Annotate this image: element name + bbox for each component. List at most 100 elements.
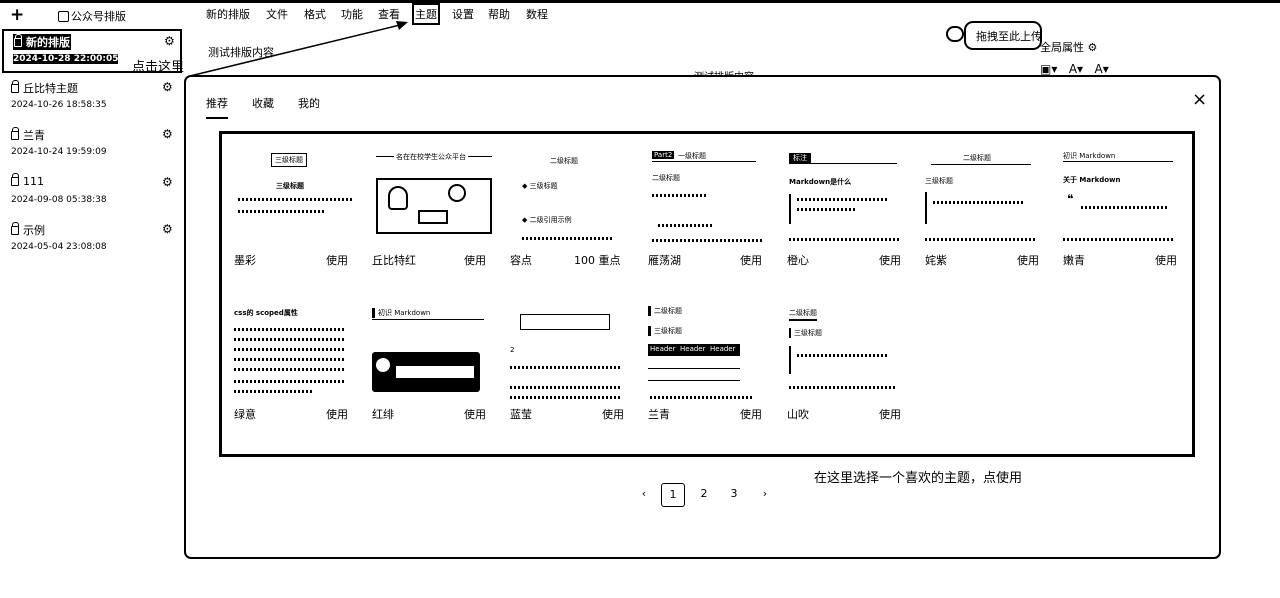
- gear-icon[interactable]: ⚙: [162, 80, 173, 94]
- use-button[interactable]: 100 重点: [574, 252, 621, 268]
- document-title-text: 新的排版: [26, 36, 70, 49]
- settings-icon: ⚙: [1087, 41, 1098, 54]
- page-button-1[interactable]: 1: [661, 483, 685, 507]
- close-icon[interactable]: ×: [1192, 89, 1207, 110]
- preview-number: 2: [510, 346, 515, 354]
- theme-preview: Part2 一级标题 二级标题: [648, 148, 772, 248]
- use-button[interactable]: 使用: [464, 252, 486, 268]
- gear-icon[interactable]: ⚙: [162, 222, 173, 236]
- use-button[interactable]: 使用: [740, 252, 762, 268]
- use-button[interactable]: 使用: [740, 406, 762, 422]
- document-title: 丘比特主题: [11, 80, 78, 96]
- preview-text-line: [234, 380, 346, 383]
- theme-preview: 二级标题 三级标题: [787, 302, 911, 402]
- theme-preview: 名在在校学生公众平台: [372, 148, 496, 248]
- preview-subheading: 三级标题: [648, 326, 682, 336]
- preview-heading: 二级标题: [550, 157, 578, 165]
- preview-badge: 标注: [789, 153, 811, 163]
- theme-name: 嫩青: [1063, 254, 1085, 267]
- theme-dialog: 推荐 收藏 我的 × 三级标题 三级标题 墨彩 使用 名在在校学生公众平台 丘比…: [184, 75, 1221, 559]
- preview-text-line: [234, 368, 346, 371]
- global-properties[interactable]: 全局属性 ⚙: [1040, 39, 1097, 55]
- gear-icon[interactable]: ⚙: [164, 34, 175, 48]
- theme-preview: 二级标题 ◆ 三级标题 ◆ 二级引用示例: [510, 148, 634, 248]
- font-color-icon[interactable]: A▾: [1069, 62, 1083, 76]
- document-date: 2024-10-24 19:59:09: [11, 147, 107, 157]
- theme-card[interactable]: 二级标题 三级标题 姹紫 使用: [925, 148, 1049, 278]
- gear-icon[interactable]: ⚙: [162, 175, 173, 189]
- preview-bullet: ◆ 三级标题: [522, 182, 558, 190]
- theme-card[interactable]: 2 蓝莹 使用: [510, 302, 634, 432]
- theme-name: 红绯: [372, 408, 394, 421]
- preview-text-line: [650, 396, 754, 399]
- document-item[interactable]: 111 2024-09-08 05:38:38 ⚙: [2, 172, 182, 216]
- use-button[interactable]: 使用: [879, 252, 901, 268]
- upload-tooltip: 拖拽至此上传: [964, 21, 1042, 50]
- document-item[interactable]: 示例 2024-05-04 23:08:08 ⚙: [2, 219, 182, 263]
- preview-heading: 初识 Markdown: [372, 308, 430, 318]
- preview-text-line: [1081, 206, 1169, 209]
- document-title-text: 丘比特主题: [23, 82, 78, 95]
- preview-subheading: 三级标题: [925, 177, 953, 185]
- use-button[interactable]: 使用: [1155, 252, 1177, 268]
- tab-mine[interactable]: 我的: [298, 95, 320, 111]
- theme-card[interactable]: css的 scoped属性 绿意 使用: [234, 302, 358, 432]
- theme-card[interactable]: 二级标题 ◆ 三级标题 ◆ 二级引用示例 容点 100 重点: [510, 148, 634, 278]
- document-date: 2024-09-08 05:38:38: [11, 195, 107, 205]
- document-item[interactable]: 兰青 2024-10-24 19:59:09 ⚙: [2, 124, 182, 168]
- use-button[interactable]: 使用: [326, 406, 348, 422]
- theme-card[interactable]: 名在在校学生公众平台 丘比特红 使用: [372, 148, 496, 278]
- prev-page-icon[interactable]: ‹: [632, 483, 656, 507]
- use-button[interactable]: 使用: [464, 406, 486, 422]
- preview-rule: [652, 161, 756, 162]
- use-button[interactable]: 使用: [879, 406, 901, 422]
- page-button-3[interactable]: 3: [722, 483, 746, 507]
- background-color-icon[interactable]: ▣▾: [1040, 62, 1057, 76]
- preview-text-line: [234, 390, 314, 393]
- tab-active-indicator: [206, 117, 228, 119]
- preview-text-line: [789, 238, 901, 241]
- preview-badge: Part2: [652, 151, 675, 159]
- theme-card[interactable]: 二级标题 三级标题 山吹 使用: [787, 302, 911, 432]
- preview-illustration: [376, 178, 492, 234]
- preview-subheading: 三级标题: [789, 328, 822, 338]
- preview-text-line: [789, 386, 897, 389]
- use-button[interactable]: 使用: [1017, 252, 1039, 268]
- theme-card[interactable]: 初识 Markdown 关于 Markdown ❝ 嫩青 使用: [1063, 148, 1187, 278]
- preview-text-line: [933, 201, 1023, 204]
- preview-rule: [372, 319, 484, 320]
- theme-card[interactable]: 三级标题 三级标题 墨彩 使用: [234, 148, 358, 278]
- preview-rule: [789, 163, 897, 164]
- document-date: 2024-10-28 22:00:05: [13, 54, 119, 64]
- annotation-choose-theme: 在这里选择一个喜欢的主题，点使用: [814, 471, 1023, 486]
- gear-icon[interactable]: ⚙: [162, 127, 173, 141]
- theme-card[interactable]: Part2 一级标题 二级标题 雁荡湖 使用: [648, 148, 772, 278]
- lock-icon: [14, 34, 22, 47]
- theme-card[interactable]: 标注 Markdown是什么 橙心 使用: [787, 148, 911, 278]
- theme-preview: 标注 Markdown是什么: [787, 148, 911, 248]
- preview-rule: [648, 380, 740, 381]
- font-size-icon[interactable]: A̲▾: [1095, 62, 1109, 76]
- preview-heading: 名在在校学生公众平台: [394, 152, 468, 162]
- next-page-icon[interactable]: ›: [753, 483, 777, 507]
- preview-box: [520, 314, 610, 330]
- use-button[interactable]: 使用: [602, 406, 624, 422]
- preview-text-line: [652, 239, 762, 242]
- preview-heading: 三级标题: [276, 182, 304, 190]
- document-item[interactable]: 丘比特主题 2024-10-26 18:58:35 ⚙: [2, 77, 182, 121]
- tab-favorites[interactable]: 收藏: [252, 95, 274, 111]
- theme-card[interactable]: 二级标题 三级标题 Header Header Header 兰青 使用: [648, 302, 772, 432]
- document-date: 2024-10-26 18:58:35: [11, 100, 107, 110]
- theme-name: 兰青: [648, 408, 670, 421]
- tab-recommended[interactable]: 推荐: [206, 95, 228, 111]
- preview-rule: [648, 368, 740, 369]
- use-button[interactable]: 使用: [326, 252, 348, 268]
- cloud-upload-icon[interactable]: [946, 26, 964, 42]
- document-title-text: 兰青: [23, 129, 45, 142]
- document-item[interactable]: 新的排版 2024-10-28 22:00:05 ⚙: [2, 29, 182, 73]
- preview-table-header: Header Header Header: [648, 344, 740, 356]
- page-button-2[interactable]: 2: [692, 483, 716, 507]
- lock-icon: [11, 222, 19, 235]
- preview-heading: 一级标题: [678, 152, 706, 160]
- theme-card[interactable]: 初识 Markdown 红绯 使用: [372, 302, 496, 432]
